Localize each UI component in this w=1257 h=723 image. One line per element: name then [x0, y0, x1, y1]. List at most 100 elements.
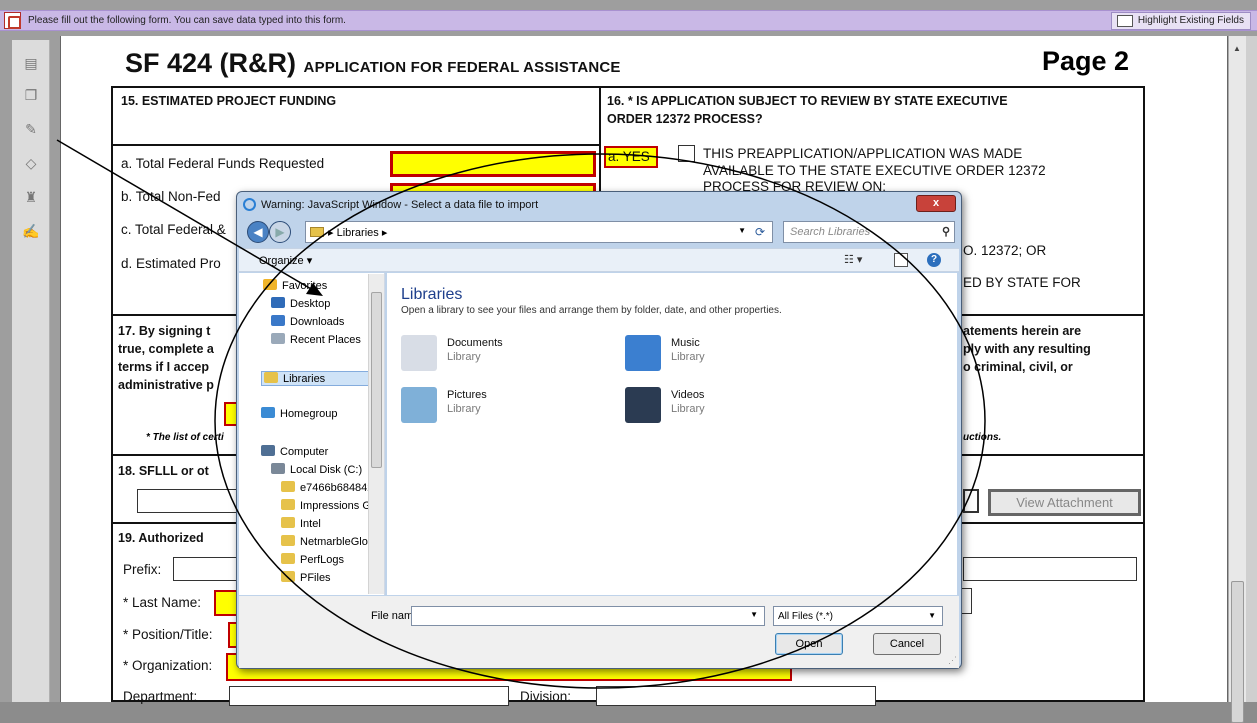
prefix-label: Prefix: [123, 562, 162, 577]
sflll-add-button-edge[interactable] [963, 489, 979, 513]
nav-folder-icon [271, 333, 285, 344]
nav-item-favorites[interactable]: Favorites [263, 279, 327, 292]
forward-arrow-icon[interactable]: ▶ [269, 221, 291, 243]
section-16-title-2: ORDER 12372 PROCESS? [607, 112, 763, 126]
search-input[interactable]: Search Libraries ⚲ [783, 221, 955, 243]
back-arrow-icon[interactable]: ◀ [247, 221, 269, 243]
cancel-button[interactable]: Cancel [873, 633, 941, 655]
department-input[interactable] [229, 686, 509, 706]
section-15-title: 15. ESTIMATED PROJECT FUNDING [121, 94, 337, 108]
nav-item-computer[interactable]: Computer [261, 445, 328, 458]
nav-item-homegroup[interactable]: Homegroup [261, 407, 337, 420]
copy-icon[interactable]: ❐ [22, 86, 40, 104]
attachment-icon[interactable]: ✎ [22, 120, 40, 138]
search-icon[interactable]: ⚲ [942, 225, 950, 238]
yes-field[interactable]: a. YES [604, 146, 658, 168]
nav-item-netmarbleglob[interactable]: NetmarbleGlob [281, 535, 374, 548]
nav-item-libraries[interactable]: Libraries [261, 371, 369, 386]
nav-folder-icon [271, 315, 285, 326]
nav-item-intel[interactable]: Intel [281, 517, 321, 530]
refresh-icon[interactable]: ⟳ [749, 221, 771, 243]
scroll-up-icon[interactable]: ▲ [1233, 44, 1241, 53]
nav-item-recent-places[interactable]: Recent Places [271, 333, 361, 346]
layers-icon[interactable]: ◇ [22, 154, 40, 172]
total-federal-input[interactable] [390, 151, 596, 177]
s17-line2: true, complete a [118, 342, 214, 356]
vertical-scrollbar[interactable]: ▲ [1228, 36, 1246, 723]
file-type-dropdown-icon[interactable]: ▼ [928, 611, 936, 620]
app-window: Please fill out the following form. You … [0, 0, 1257, 723]
file-name-dropdown-icon[interactable]: ▼ [750, 610, 758, 619]
nav-scroll-thumb[interactable] [371, 292, 382, 468]
organize-label: Organize [259, 255, 304, 267]
breadcrumb[interactable]: ▸ Libraries ▸ [328, 226, 387, 239]
nav-folder-icon [261, 407, 275, 418]
view-attachment-button[interactable]: View Attachment [988, 489, 1141, 516]
preview-pane-icon[interactable] [894, 253, 908, 267]
nav-item-perflogs[interactable]: PerfLogs [281, 553, 344, 566]
library-pictures[interactable]: Pictures Library [401, 387, 581, 427]
nav-item-label: Downloads [290, 316, 345, 328]
pictures-library-icon [401, 387, 437, 423]
library-content: Libraries Open a library to see your fil… [387, 273, 957, 595]
pdf-icon [4, 12, 21, 29]
breadcrumb-libraries[interactable]: Libraries [337, 227, 379, 239]
file-type-select[interactable]: All Files (*.*) ▼ [773, 606, 943, 626]
ie-icon [243, 198, 256, 211]
dialog-close-button[interactable]: x [916, 195, 956, 212]
organize-menu[interactable]: Organize ▾ [259, 254, 312, 267]
resize-grip-icon[interactable]: ⋰ [948, 655, 957, 666]
views-icon[interactable]: ☷ ▾ [844, 253, 862, 266]
page-thumbnails-icon[interactable]: ▤ [22, 54, 40, 72]
nav-item-label: NetmarbleGlob [300, 536, 374, 548]
libraries-description: Open a library to see your files and arr… [401, 305, 782, 316]
review-checkbox[interactable] [678, 145, 695, 162]
yes-label: a. YES [608, 149, 650, 164]
library-music[interactable]: Music Library [625, 335, 805, 375]
suffix-input[interactable] [963, 557, 1137, 581]
address-dropdown-icon[interactable]: ▼ [738, 226, 746, 235]
library-type: Library [671, 403, 705, 415]
library-videos[interactable]: Videos Library [625, 387, 805, 427]
prefix-input[interactable] [173, 557, 243, 581]
nav-item-downloads[interactable]: Downloads [271, 315, 344, 328]
dialog-titlebar[interactable]: Warning: JavaScript Window - Select a da… [237, 192, 961, 218]
nav-item-local-disk-c[interactable]: Local Disk (C:) [271, 463, 362, 476]
s17-right1: atements herein are [963, 324, 1082, 338]
cert-note-right: uctions. [963, 432, 1002, 443]
nav-folder-icon [281, 571, 295, 582]
last-name-label: * Last Name: [123, 595, 202, 610]
division-input[interactable] [596, 686, 876, 706]
total-nonfederal-label: b. Total Non-Fed [121, 189, 221, 204]
music-library-icon [625, 335, 661, 371]
nav-folder-icon [281, 481, 295, 492]
nav-item-label: Homegroup [280, 408, 338, 420]
library-documents[interactable]: Documents Library [401, 335, 581, 375]
nav-item-desktop[interactable]: Desktop [271, 297, 330, 310]
binoculars-icon[interactable]: ♜ [22, 188, 40, 206]
highlight-fields-button[interactable]: Highlight Existing Fields [1110, 12, 1251, 30]
library-name: Music [671, 337, 700, 349]
nav-item-pfiles[interactable]: PFiles [281, 571, 331, 584]
nav-item-e7466b684842f[interactable]: e7466b684842f [281, 481, 376, 494]
library-type: Library [447, 403, 481, 415]
nav-item-impressions-ga[interactable]: Impressions Ga [281, 499, 377, 512]
file-name-input[interactable]: ▼ [411, 606, 765, 626]
nav-scrollbar[interactable] [368, 274, 384, 594]
estimated-program-label: d. Estimated Pro [121, 256, 221, 271]
right-edge [1246, 36, 1257, 702]
sflll-file-field[interactable] [137, 489, 237, 513]
open-button[interactable]: Open [775, 633, 843, 655]
s17-right2: ply with any resulting [963, 342, 1091, 356]
nav-folder-icon [281, 517, 295, 528]
library-name: Videos [671, 389, 705, 401]
organization-label: * Organization: [123, 658, 213, 673]
nav-item-label: Intel [300, 518, 321, 530]
signature-icon[interactable]: ✍ [22, 222, 40, 240]
nav-item-label: PFiles [300, 572, 331, 584]
s18-title: 18. SFLLL or ot [118, 464, 209, 478]
form-title-main: SF 424 (R&R) [125, 48, 297, 78]
help-icon[interactable]: ? [927, 253, 941, 267]
nav-item-label: Favorites [282, 280, 328, 292]
address-bar[interactable]: ▸ Libraries ▸ ▼ [305, 221, 773, 243]
